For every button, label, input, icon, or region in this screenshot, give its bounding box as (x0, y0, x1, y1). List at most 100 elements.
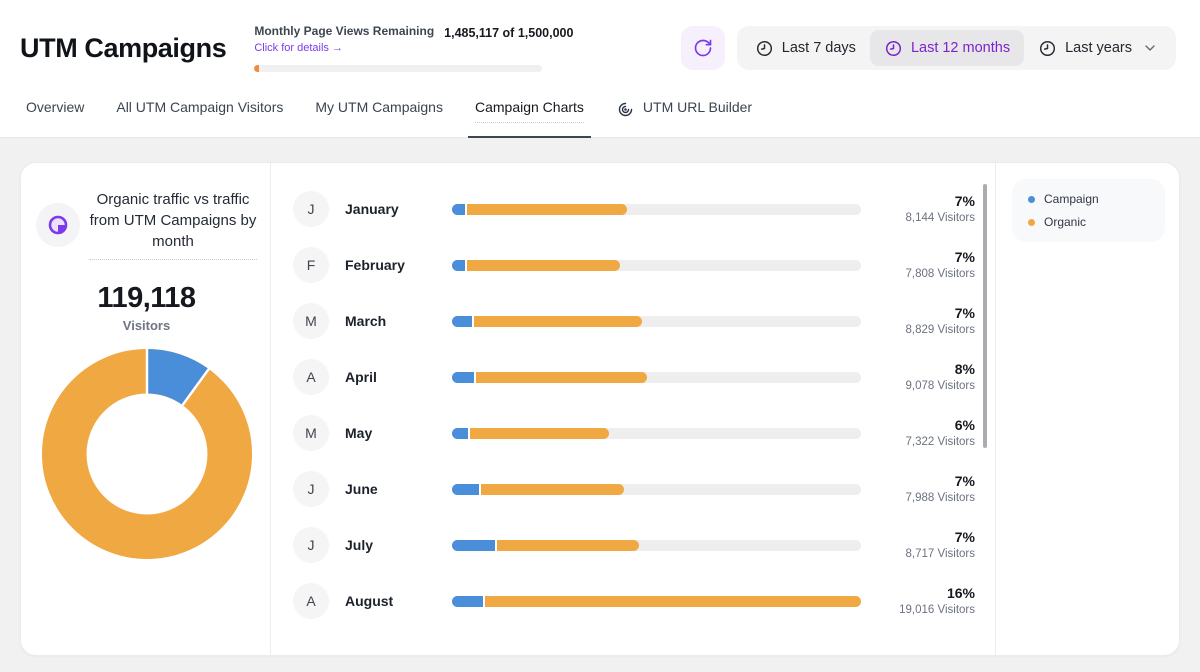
visitors-count: 7,322 Visitors (875, 435, 975, 450)
month-avatar: A (293, 359, 329, 395)
clock-icon (1038, 39, 1057, 58)
bar-organic-segment (465, 204, 627, 215)
click-for-details-link[interactable]: Click for details → (254, 42, 343, 54)
month-avatar-letter: A (306, 369, 315, 385)
bar-track (452, 372, 861, 383)
legend-item[interactable]: Organic (1028, 215, 1149, 229)
bar-row: M May 6% 7,322 Visitors (293, 405, 975, 461)
share-percent: 6% (875, 417, 975, 434)
tab-bar: Overview All UTM Campaign Visitors My UT… (0, 96, 1200, 138)
time-filter-last-12-months[interactable]: Last 12 months (870, 30, 1024, 66)
share-percent: 7% (875, 529, 975, 546)
donut-section: Organic traffic vs traffic from UTM Camp… (21, 163, 270, 655)
month-avatar: J (293, 191, 329, 227)
page-views-progress-track (254, 65, 542, 72)
bar-campaign-segment (452, 596, 483, 607)
page-views-label: Monthly Page Views Remaining (254, 24, 434, 38)
month-label: March (345, 313, 452, 329)
legend-card: Campaign Organic (1012, 179, 1165, 242)
month-avatar: A (293, 583, 329, 619)
month-label: February (345, 257, 452, 273)
month-avatar-letter: J (308, 481, 315, 497)
visitors-count: 8,144 Visitors (875, 211, 975, 226)
time-filter-last-years-dropdown[interactable]: Last years (1024, 30, 1172, 66)
bar-track (452, 596, 861, 607)
bar-track (452, 428, 861, 439)
bar-rows: J January 7% 8,144 Visitors F February 7… (293, 181, 975, 629)
page-title: UTM Campaigns (20, 33, 226, 64)
bar-organic-segment (495, 540, 639, 551)
total-visitors-value: 119,118 (36, 282, 257, 315)
tab-all-utm-campaign-visitors[interactable]: All UTM Campaign Visitors (116, 96, 283, 137)
bar-track (452, 540, 861, 551)
bar-organic-segment (483, 596, 861, 607)
month-avatar-letter: M (305, 313, 317, 329)
bar-organic-segment (468, 428, 610, 439)
bar-campaign-segment (452, 428, 468, 439)
month-avatar-letter: A (306, 593, 315, 609)
refresh-icon (693, 38, 713, 58)
month-avatar: F (293, 247, 329, 283)
month-avatar: M (293, 303, 329, 339)
month-label: April (345, 369, 452, 385)
bar-track (452, 204, 861, 215)
refresh-button[interactable] (681, 26, 725, 70)
bar-organic-segment (472, 316, 642, 327)
legend-section: Campaign Organic (995, 163, 1179, 655)
share-percent: 7% (875, 473, 975, 490)
bar-track (452, 316, 861, 327)
month-avatar: J (293, 471, 329, 507)
visitors-count: 9,078 Visitors (875, 379, 975, 394)
bar-row: J January 7% 8,144 Visitors (293, 181, 975, 237)
chart-icon-circle (36, 203, 80, 247)
campaign-charts-panel: Organic traffic vs traffic from UTM Camp… (20, 162, 1180, 656)
visitors-count: 19,016 Visitors (875, 603, 975, 618)
share-percent: 16% (875, 585, 975, 602)
bar-row: M March 7% 8,829 Visitors (293, 293, 975, 349)
bar-row: J June 7% 7,988 Visitors (293, 461, 975, 517)
share-percent: 7% (875, 193, 975, 210)
legend-dot (1028, 196, 1035, 203)
time-filter-label: Last 7 days (782, 40, 856, 56)
bar-row: A August 16% 19,016 Visitors (293, 573, 975, 629)
month-label: May (345, 425, 452, 441)
share-percent: 8% (875, 361, 975, 378)
tab-my-utm-campaigns[interactable]: My UTM Campaigns (315, 96, 443, 137)
bar-campaign-segment (452, 260, 465, 271)
visitors-count: 7,808 Visitors (875, 267, 975, 282)
month-avatar-letter: M (305, 425, 317, 441)
bar-track (452, 484, 861, 495)
vertical-scrollbar[interactable] (983, 184, 987, 448)
clock-icon (755, 39, 774, 58)
bar-row: J July 7% 8,717 Visitors (293, 517, 975, 573)
share-percent: 7% (875, 249, 975, 266)
header-top: UTM Campaigns Monthly Page Views Remaini… (0, 0, 1200, 96)
tab-overview[interactable]: Overview (26, 96, 84, 137)
legend-item[interactable]: Campaign (1028, 192, 1149, 206)
tab-utm-url-builder[interactable]: UTM URL Builder (616, 96, 752, 137)
visitors-count: 8,717 Visitors (875, 547, 975, 562)
bar-organic-segment (474, 372, 647, 383)
tab-campaign-charts[interactable]: Campaign Charts (475, 96, 584, 137)
header: UTM Campaigns Monthly Page Views Remaini… (0, 0, 1200, 138)
month-avatar: J (293, 527, 329, 563)
bar-campaign-segment (452, 484, 479, 495)
page-views-quota: Monthly Page Views Remaining Click for d… (254, 24, 542, 72)
share-percent: 7% (875, 305, 975, 322)
donut-chart (38, 345, 256, 563)
month-avatar-letter: J (308, 537, 315, 553)
clock-icon (884, 39, 903, 58)
visitors-count: 8,829 Visitors (875, 323, 975, 338)
legend-label: Campaign (1044, 192, 1099, 206)
month-label: January (345, 201, 452, 217)
tab-label: Campaign Charts (475, 99, 584, 123)
spiral-icon (616, 100, 635, 119)
month-label: August (345, 593, 452, 609)
pie-chart-icon (47, 214, 69, 236)
bar-campaign-segment (452, 372, 474, 383)
month-label: July (345, 537, 452, 553)
header-controls: Last 7 days Last 12 months (681, 26, 1176, 70)
time-filter-last-7-days[interactable]: Last 7 days (741, 30, 870, 66)
bar-row: F February 7% 7,808 Visitors (293, 237, 975, 293)
donut-chart-title[interactable]: Organic traffic vs traffic from UTM Camp… (89, 189, 257, 260)
